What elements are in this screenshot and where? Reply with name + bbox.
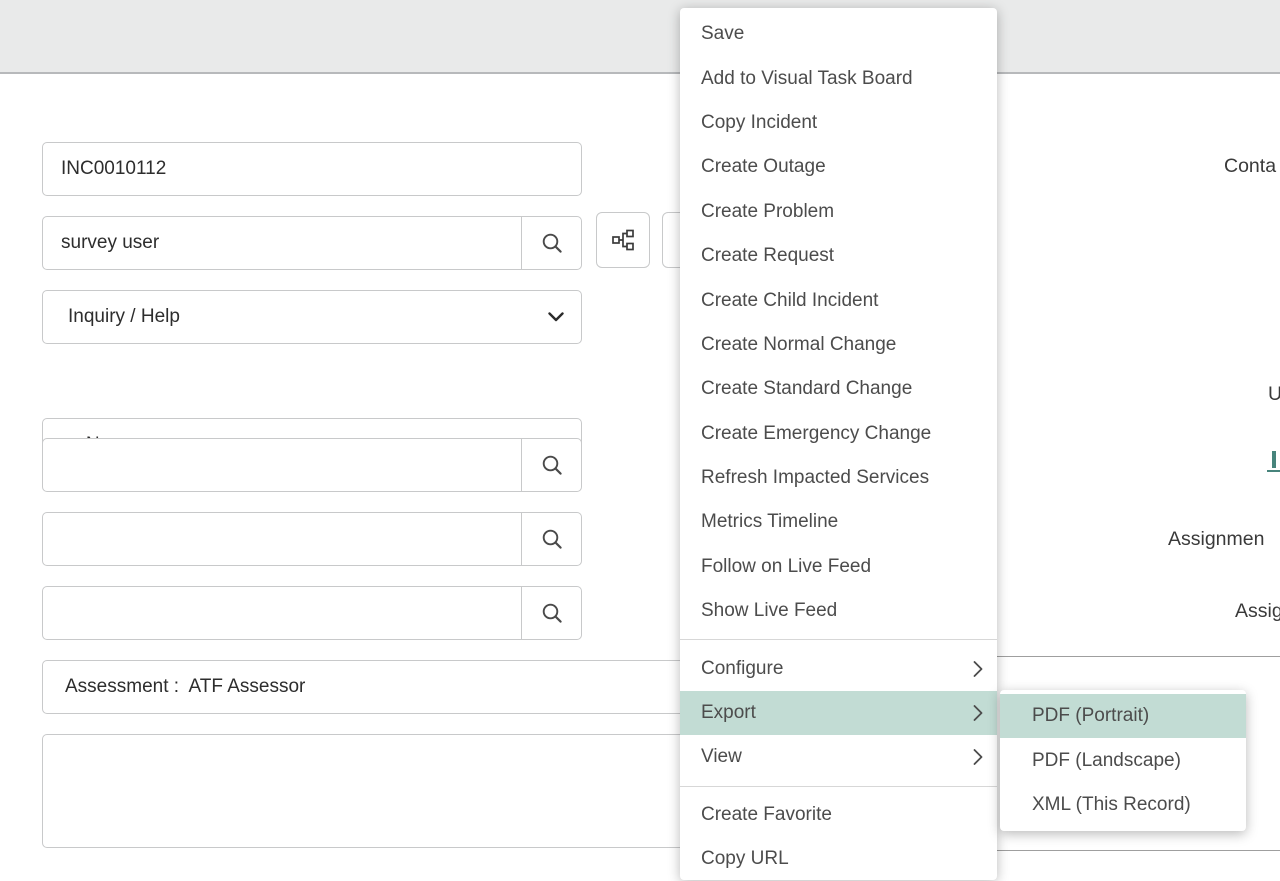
menu-item-create-problem[interactable]: Create Problem [680,190,997,234]
menu-item-metrics-timeline[interactable]: Metrics Timeline [680,500,997,544]
caller-hierarchy-button[interactable] [596,212,650,268]
menu-item-label: Create Child Incident [701,290,878,312]
caller-search-button[interactable] [521,217,581,269]
reference-input-1[interactable] [43,439,521,491]
submenu-item-pdf-landscape[interactable]: PDF (Landscape) [1000,738,1246,782]
menu-item-label: Show Live Feed [701,600,837,622]
menu-item-copy-url[interactable]: Copy URL [680,837,997,881]
caller-input[interactable] [43,217,521,269]
menu-item-label: View [701,746,742,768]
menu-item-refresh-impacted-services[interactable]: Refresh Impacted Services [680,456,997,500]
menu-item-label: Add to Visual Task Board [701,68,913,90]
link-fragment[interactable] [1272,451,1276,468]
reference-input-2[interactable] [43,513,521,565]
reference-search-button-2[interactable] [521,513,581,565]
menu-item-export[interactable]: Export [680,691,997,735]
menu-item-create-normal-change[interactable]: Create Normal Change [680,323,997,367]
menu-item-create-emergency-change[interactable]: Create Emergency Change [680,412,997,456]
reference-field-3 [42,586,582,640]
submenu-item-pdf-portrait[interactable]: PDF (Portrait) [1000,694,1246,738]
menu-item-label: Create Emergency Change [701,423,931,445]
menu-item-label: Copy Incident [701,112,817,134]
incident-number-input[interactable] [43,143,581,195]
assigned-to-label: Assig [1235,600,1280,623]
context-menu: Save Add to Visual Task Board Copy Incid… [680,8,997,880]
menu-item-label: Create Normal Change [701,334,896,356]
search-icon [541,232,563,254]
urgency-label: U [1268,383,1280,406]
menu-item-label: Create Problem [701,201,834,223]
search-icon [541,454,563,476]
submenu-item-label: XML (This Record) [1032,794,1191,816]
submenu-item-label: PDF (Landscape) [1032,750,1181,772]
menu-item-label: Copy URL [701,848,789,870]
menu-item-label: Create Outage [701,156,826,178]
menu-item-label: Create Favorite [701,804,832,826]
menu-item-show-live-feed[interactable]: Show Live Feed [680,589,997,633]
contact-label: Conta [1224,155,1276,178]
menu-item-save[interactable]: Save [680,12,997,56]
reference-field-1 [42,438,582,492]
chevron-right-icon [973,705,983,721]
search-icon [541,602,563,624]
submenu-item-xml-this-record[interactable]: XML (This Record) [1000,783,1246,827]
menu-divider [680,786,997,787]
hierarchy-icon [611,228,635,252]
incident-number-field [42,142,582,196]
reference-search-button-3[interactable] [521,587,581,639]
reference-search-button-1[interactable] [521,439,581,491]
category-select-value: Inquiry / Help [68,306,180,328]
menu-item-configure[interactable]: Configure [680,646,997,690]
reference-input-3[interactable] [43,587,521,639]
menu-item-create-outage[interactable]: Create Outage [680,145,997,189]
menu-item-copy-incident[interactable]: Copy Incident [680,101,997,145]
menu-item-label: Save [701,23,744,45]
export-submenu: PDF (Portrait) PDF (Landscape) XML (This… [1000,690,1246,831]
chevron-right-icon [973,661,983,677]
menu-item-label: Refresh Impacted Services [701,467,929,489]
chevron-down-icon [548,312,564,322]
search-icon [541,528,563,550]
menu-item-label: Configure [701,658,783,680]
menu-item-create-favorite[interactable]: Create Favorite [680,793,997,837]
caller-field [42,216,582,270]
menu-item-create-standard-change[interactable]: Create Standard Change [680,367,997,411]
assignment-group-label: Assignmen [1168,528,1264,551]
menu-item-label: Create Standard Change [701,378,912,400]
menu-item-label: Follow on Live Feed [701,556,871,578]
menu-item-add-to-visual-task-board[interactable]: Add to Visual Task Board [680,56,997,100]
menu-item-create-child-incident[interactable]: Create Child Incident [680,278,997,322]
submenu-item-label: PDF (Portrait) [1032,705,1149,727]
category-select[interactable]: Inquiry / Help [42,290,582,344]
menu-item-create-request[interactable]: Create Request [680,234,997,278]
menu-item-label: Create Request [701,245,834,267]
menu-item-label: Metrics Timeline [701,511,838,533]
menu-item-follow-on-live-feed[interactable]: Follow on Live Feed [680,545,997,589]
menu-item-label: Export [701,702,756,724]
chevron-right-icon [973,749,983,765]
link-fragment-underline [1267,470,1280,472]
incident-form-page: { "colors": { "menu_highlight": "#c2dcd4… [0,0,1280,875]
form-header-band [0,0,1280,74]
reference-field-2 [42,512,582,566]
menu-item-view[interactable]: View [680,735,997,779]
menu-divider [680,639,997,640]
